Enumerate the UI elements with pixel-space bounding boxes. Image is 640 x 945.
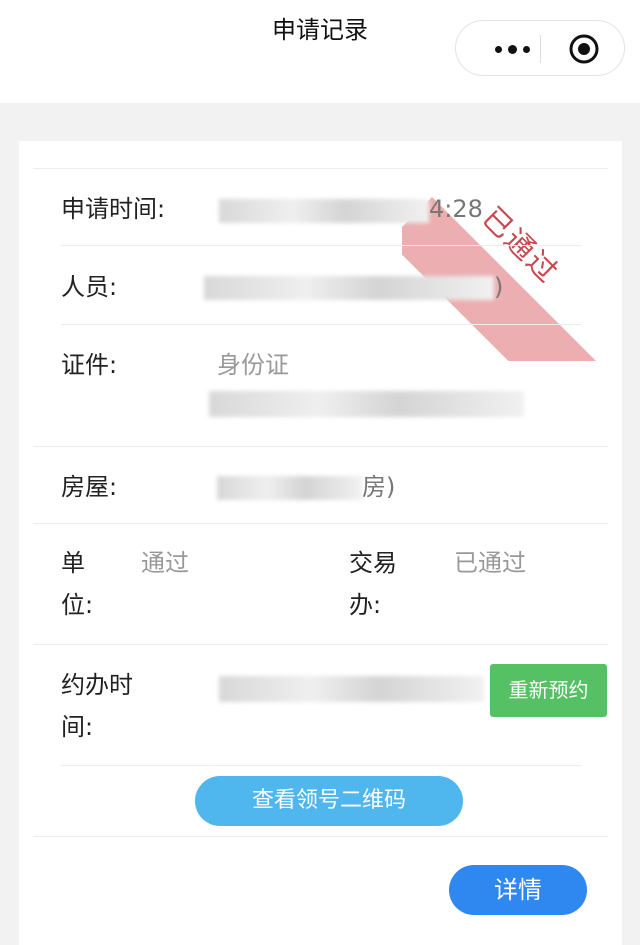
appt-label-line2: 间: [61,713,94,741]
more-icon[interactable] [482,21,542,77]
id-label: 证件: [61,351,118,379]
appt-time-blur [219,676,484,702]
person-label: 人员: [61,273,118,301]
unit-label-line2: 位: [61,591,94,619]
house-label: 房屋: [61,473,118,501]
apply-time-blur [219,199,429,223]
view-qrcode-button[interactable]: 查看领号二维码 [195,776,463,826]
house-blur [217,476,362,500]
divider [33,836,608,837]
office-label-line2: 办: [349,591,382,619]
house-value: 房) [362,473,396,501]
apply-time-label: 申请时间: [61,195,166,223]
detail-button[interactable]: 详情 [449,865,587,915]
divider [33,523,608,524]
capsule-divider [540,35,541,63]
mini-program-capsule [455,20,625,76]
person-value: ) [494,273,504,301]
divider [61,765,581,766]
office-label-line1: 交易 [349,549,397,577]
divider [33,446,608,447]
rebook-button[interactable]: 重新预约 [490,664,607,717]
close-target-icon[interactable] [568,33,600,65]
divider [33,644,608,645]
appt-label-line1: 约办时 [61,671,133,699]
divider [61,324,581,325]
divider [61,245,581,246]
person-blur [204,276,494,300]
id-type-value: 身份证 [217,351,289,379]
apply-time-value: 4:28 [429,195,483,223]
id-number-blur [209,391,524,417]
unit-value: 通过 [141,549,189,577]
unit-label-line1: 单 [61,549,85,577]
office-value: 已通过 [454,549,526,577]
top-bar: 申请记录 [0,0,640,103]
record-card: 已通过 申请时间: 4:28 人员: ) 证件: 身份证 房屋: 房) 单 位:… [19,141,622,945]
